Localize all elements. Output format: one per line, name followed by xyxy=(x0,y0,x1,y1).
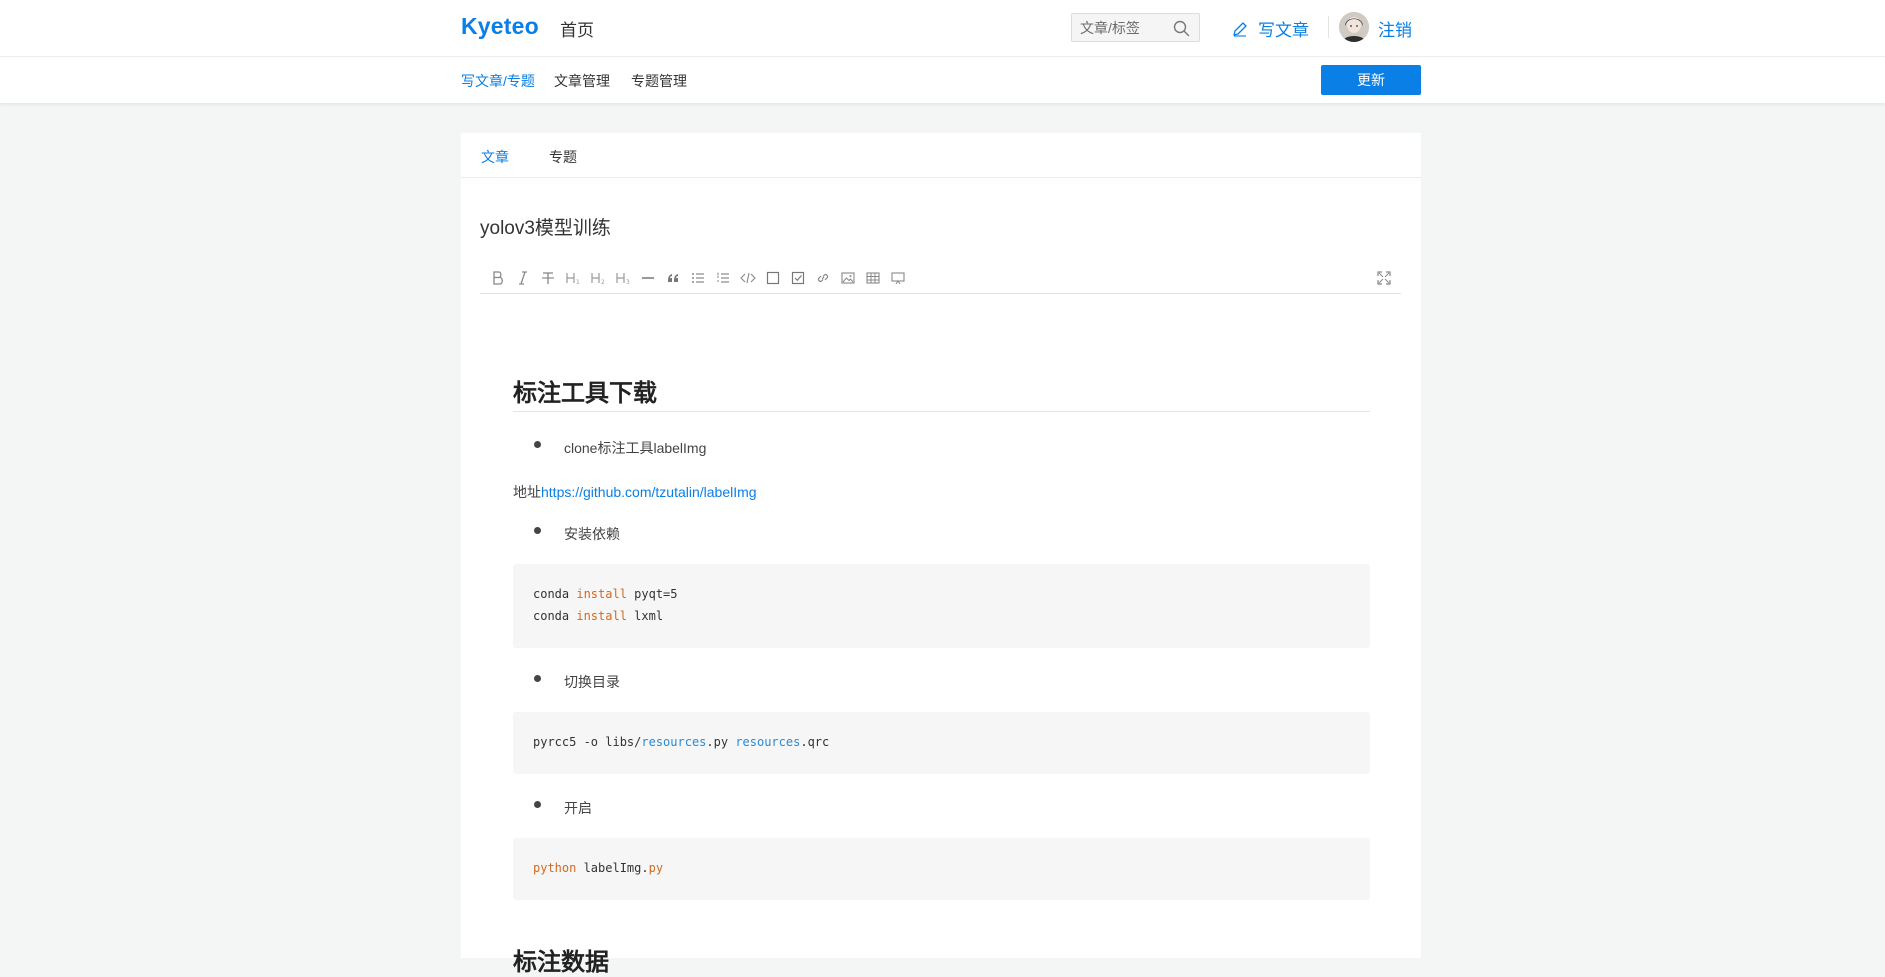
image-icon[interactable] xyxy=(839,269,857,287)
heading2-icon[interactable]: 2 xyxy=(589,269,607,287)
code-block: pyrcc5 -o libs/resources.py resources.qr… xyxy=(513,712,1370,774)
code-line: conda install lxml xyxy=(533,609,664,623)
list-item-clone: clone标注工具labelImg xyxy=(564,440,707,456)
code-icon[interactable] xyxy=(739,269,757,287)
quote-icon[interactable] xyxy=(664,269,682,287)
code-block: python labelImg.py xyxy=(513,838,1370,900)
write-article-link[interactable]: 写文章 xyxy=(1232,16,1309,41)
link-icon[interactable] xyxy=(814,269,832,287)
logout-link[interactable]: 注销 xyxy=(1378,16,1412,41)
list-item-install-deps: 安装依赖 xyxy=(564,526,620,542)
github-link[interactable]: https://github.com/tzutalin/labelImg xyxy=(541,484,757,500)
strikethrough-icon[interactable] xyxy=(539,269,557,287)
markdown-toolbar: 1 2 3 xyxy=(480,264,1401,294)
address-paragraph: 地址https://github.com/tzutalin/labelImg xyxy=(513,482,757,502)
list-item-switch-dir: 切换目录 xyxy=(564,674,620,690)
unordered-list-icon[interactable] xyxy=(689,269,707,287)
home-link[interactable]: 首页 xyxy=(560,16,594,41)
subnav-topic-management[interactable]: 专题管理 xyxy=(631,71,687,91)
top-header: Kyeteo 首页 写文章 注销 xyxy=(0,0,1885,57)
svg-text:2: 2 xyxy=(601,279,605,286)
horizontal-rule-icon[interactable] xyxy=(639,269,657,287)
address-label: 地址 xyxy=(513,484,541,500)
svg-text:3: 3 xyxy=(626,279,630,286)
svg-text:1: 1 xyxy=(576,279,580,286)
search-icon[interactable] xyxy=(1173,20,1190,37)
code-line: python labelImg.py xyxy=(533,861,664,875)
bold-icon[interactable] xyxy=(489,269,507,287)
avatar-image xyxy=(1339,12,1369,42)
heading-divider xyxy=(513,411,1370,412)
preview-icon[interactable] xyxy=(889,269,907,287)
pen-icon xyxy=(1233,21,1247,37)
brand-logo[interactable]: Kyeteo xyxy=(461,13,539,40)
content-heading: 标注工具下载 xyxy=(513,380,657,407)
list-bullet xyxy=(534,527,541,534)
header-divider xyxy=(1328,16,1329,38)
ordered-list-icon[interactable] xyxy=(714,269,732,287)
subnav-article-management[interactable]: 文章管理 xyxy=(554,71,610,91)
list-item-start: 开启 xyxy=(564,800,592,816)
editor-tabs: 文章 专题 xyxy=(461,133,1421,178)
subnav-write-article-topic[interactable]: 写文章/专题 xyxy=(461,71,535,91)
search-box[interactable] xyxy=(1071,13,1200,42)
write-article-label: 写文章 xyxy=(1258,21,1309,40)
tab-topic[interactable]: 专题 xyxy=(549,147,577,167)
code-line: pyrcc5 -o libs/resources.py resources.qr… xyxy=(533,735,830,749)
heading1-icon[interactable]: 1 xyxy=(564,269,582,287)
tab-article[interactable]: 文章 xyxy=(481,147,509,167)
list-bullet xyxy=(534,675,541,682)
fullscreen-icon[interactable] xyxy=(1375,269,1393,287)
list-bullet xyxy=(534,801,541,808)
update-button[interactable]: 更新 xyxy=(1321,65,1421,95)
editor-panel: 文章 专题 yolov3模型训练 1 2 3 xyxy=(461,133,1421,958)
checkbox-empty-icon[interactable] xyxy=(764,269,782,287)
code-line: conda install pyqt=5 xyxy=(533,587,678,601)
article-title-input[interactable]: yolov3模型训练 xyxy=(480,213,611,240)
content-heading: 标注数据 xyxy=(513,949,609,976)
table-icon[interactable] xyxy=(864,269,882,287)
checkbox-checked-icon[interactable] xyxy=(789,269,807,287)
sub-navigation: 写文章/专题 文章管理 专题管理 更新 xyxy=(0,57,1885,103)
italic-icon[interactable] xyxy=(514,269,532,287)
heading3-icon[interactable]: 3 xyxy=(614,269,632,287)
list-bullet xyxy=(534,441,541,448)
avatar[interactable] xyxy=(1339,12,1369,42)
code-block: conda install pyqt=5 conda install lxml xyxy=(513,564,1370,648)
search-input[interactable] xyxy=(1080,19,1170,37)
